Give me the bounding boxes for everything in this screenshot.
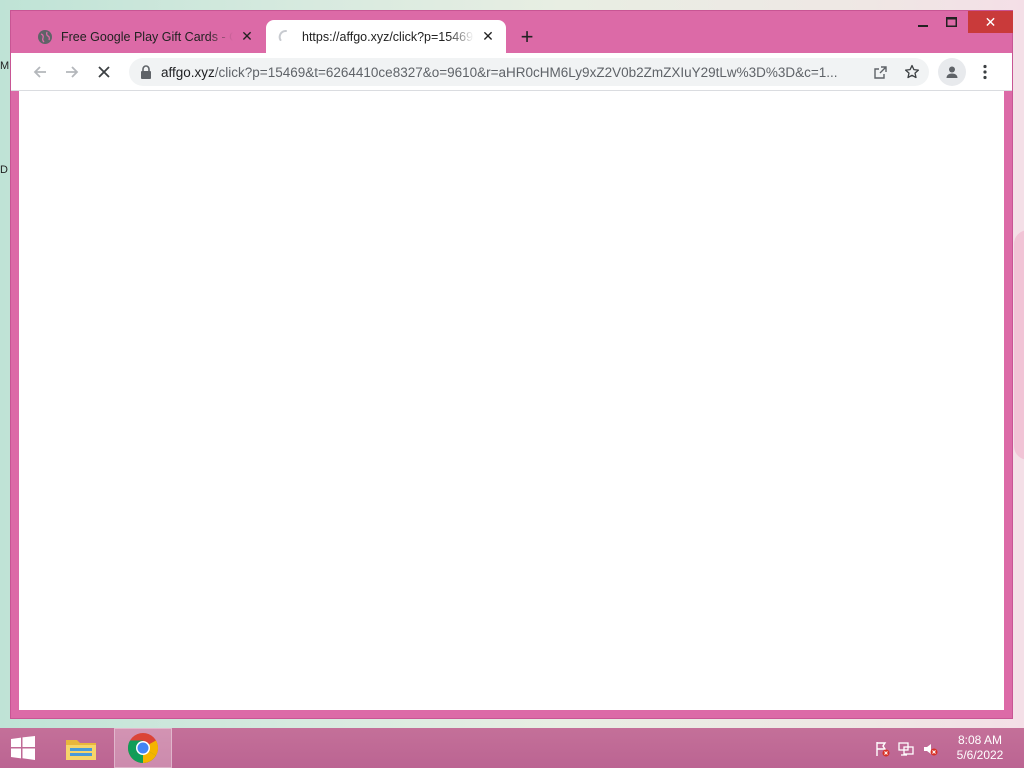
desktop-icon-label-fragment: D <box>0 164 8 176</box>
taskbar-clock[interactable]: 8:08 AM 5/6/2022 <box>948 733 1012 763</box>
globe-icon <box>38 29 52 44</box>
lock-icon[interactable] <box>140 65 152 79</box>
stop-loading-button[interactable] <box>90 58 118 86</box>
share-icon <box>873 65 887 79</box>
network-icon <box>898 742 914 756</box>
minimize-button[interactable] <box>911 11 935 33</box>
start-button[interactable] <box>0 728 46 768</box>
tab-strip: Free Google Play Gift Cards - Gift Cards… <box>11 11 1013 53</box>
chrome-icon <box>127 733 159 764</box>
network-tray[interactable] <box>897 740 915 758</box>
tab-title: https://affgo.xyz/click?p=15469&t=626441… <box>302 29 474 44</box>
tab-gift-cards[interactable]: Free Google Play Gift Cards - Gift Cards… <box>25 20 265 53</box>
address-bar[interactable]: affgo.xyz/click?p=15469&t=6264410ce8327&… <box>129 58 929 86</box>
browser-menu-button[interactable] <box>971 58 999 86</box>
loading-spinner-icon <box>278 29 287 41</box>
url-host: affgo.xyz <box>161 64 215 80</box>
close-icon: ✕ <box>984 13 997 30</box>
page-content-blank[interactable] <box>19 91 1004 710</box>
browser-window: Free Google Play Gift Cards - Gift Cards… <box>10 10 1013 719</box>
taskbar-file-explorer[interactable] <box>52 728 110 768</box>
profile-icon <box>946 66 958 78</box>
volume-muted-icon <box>924 744 938 756</box>
flag-alert-icon <box>876 742 890 757</box>
kebab-menu-icon <box>983 64 987 80</box>
arrow-left-icon <box>33 66 46 78</box>
url-path: /click?p=15469&t=6264410ce8327&o=9610&r=… <box>214 64 838 80</box>
url-text[interactable]: affgo.xyz/click?p=15469&t=6264410ce8327&… <box>161 65 929 80</box>
forward-button[interactable] <box>58 58 86 86</box>
profile-button[interactable] <box>938 58 966 86</box>
star-icon <box>904 64 920 79</box>
clock-date: 5/6/2022 <box>956 748 1004 762</box>
browser-toolbar: affgo.xyz/click?p=15469&t=6264410ce8327&… <box>11 53 1012 91</box>
windows-logo-icon <box>11 736 35 760</box>
new-tab-button[interactable]: + <box>516 26 538 49</box>
desktop-icon-label-fragment: M <box>0 60 10 72</box>
back-button[interactable] <box>26 58 54 86</box>
clock-time: 8:08 AM <box>957 733 1003 747</box>
action-center-tray[interactable] <box>873 740 891 758</box>
arrow-right-icon <box>66 66 79 78</box>
close-tab-icon[interactable]: ✕ <box>239 28 255 45</box>
tab-title: Free Google Play Gift Cards - Gift Cards… <box>61 29 233 44</box>
volume-tray[interactable] <box>921 740 939 758</box>
maximize-button[interactable] <box>939 11 963 33</box>
desktop-wallpaper-detail <box>1014 230 1024 460</box>
taskbar: 8:08 AM 5/6/2022 <box>0 728 1024 768</box>
maximize-icon <box>945 17 957 27</box>
stop-x-icon <box>98 66 110 78</box>
close-tab-icon[interactable]: ✕ <box>480 28 496 45</box>
tab-affgo[interactable]: https://affgo.xyz/click?p=15469&t=626441… <box>266 20 506 53</box>
folder-icon <box>66 740 96 760</box>
close-window-button[interactable]: ✕ <box>968 11 1013 33</box>
bookmark-button[interactable] <box>898 58 926 86</box>
minimize-icon <box>918 25 928 27</box>
taskbar-chrome[interactable] <box>114 728 172 768</box>
share-button[interactable] <box>866 58 894 86</box>
